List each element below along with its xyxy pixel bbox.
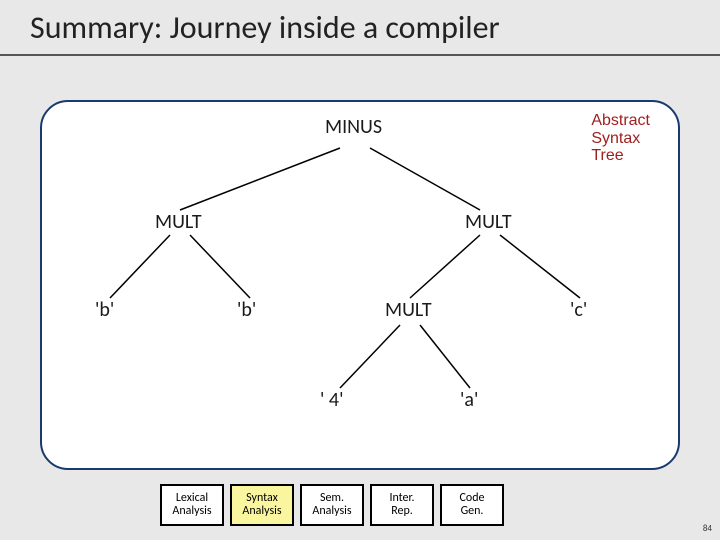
stage-lexical: Lexical Analysis (160, 484, 224, 526)
page-title: Summary: Journey inside a compiler (30, 8, 500, 47)
stage-semantic: Sem. Analysis (300, 484, 364, 526)
leaf-c: 'c' (570, 298, 587, 322)
ast-caption: Abstract Syntax Tree (591, 112, 650, 165)
caption-line: Syntax (591, 130, 640, 147)
title-underline (0, 54, 720, 56)
stage-label: Analysis (242, 505, 281, 518)
node-inner-mult: MULT (385, 298, 432, 322)
stage-label: Gen. (461, 505, 484, 518)
leaf-4: ' 4' (320, 388, 344, 412)
stage-label: Analysis (172, 505, 211, 518)
stage-label: Rep. (391, 505, 413, 518)
leaf-b2: 'b' (237, 298, 256, 322)
page-number: 84 (703, 523, 712, 534)
leaf-a: 'a' (460, 388, 478, 412)
node-root: MINUS (325, 115, 382, 139)
stage-label: Analysis (312, 505, 351, 518)
node-right-mult: MULT (465, 210, 512, 234)
caption-line: Abstract (591, 112, 650, 129)
node-left-mult: MULT (155, 210, 202, 234)
stage-codegen: Code Gen. (440, 484, 504, 526)
stage-syntax: Syntax Analysis (230, 484, 294, 526)
compiler-stages: Lexical Analysis Syntax Analysis Sem. An… (160, 484, 504, 526)
leaf-b1: 'b' (95, 298, 114, 322)
caption-line: Tree (591, 147, 623, 164)
stage-ir: Inter. Rep. (370, 484, 434, 526)
ast-panel (40, 100, 680, 470)
